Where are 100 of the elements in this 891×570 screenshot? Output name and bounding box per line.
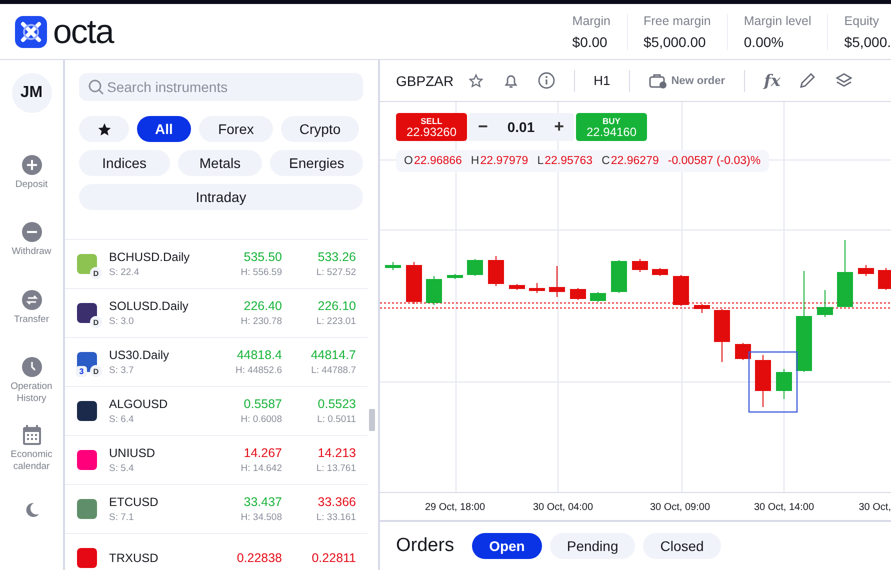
volume-stepper[interactable]: − 0.01 + <box>468 113 574 141</box>
rail-label[interactable]: Withdraw <box>2 246 62 258</box>
ohlc-value: O22.96866 <box>404 155 462 167</box>
filter-chip[interactable]: Energies <box>270 150 364 176</box>
candlestick <box>735 342 751 360</box>
filter-chip[interactable]: Intraday <box>79 184 363 210</box>
high-text: H: 34.508 <box>240 512 282 523</box>
time-label: 30 Oct, 09:00 <box>650 502 710 513</box>
search-icon <box>88 79 104 95</box>
decrease-button[interactable]: − <box>478 117 488 137</box>
candlestick <box>878 268 891 290</box>
time-label: 30 Oct, 04:00 <box>532 502 594 513</box>
high-text: H: 556.59 <box>240 267 282 278</box>
timeframe-button[interactable]: H1 <box>594 73 610 88</box>
bid-price: 0.5587 <box>244 397 282 411</box>
spread-text: S: 22.4 <box>109 267 140 278</box>
info-icon[interactable] <box>538 72 555 89</box>
badge-number: 3 <box>76 366 87 377</box>
candlestick <box>467 258 483 276</box>
bid-price: 44818.4 <box>236 348 282 362</box>
filter-chip[interactable]: Metals <box>178 150 262 176</box>
candlestick <box>426 276 442 306</box>
rail-label[interactable]: Transfer <box>2 314 62 326</box>
metric-label: Margin level <box>744 14 812 28</box>
transfer-icon[interactable] <box>22 290 42 310</box>
candlestick <box>447 274 463 280</box>
plus-icon[interactable] <box>22 154 42 175</box>
avatar[interactable]: JM <box>12 73 52 113</box>
sell-button[interactable]: SELL 22.93260 <box>396 113 467 141</box>
change-value: -0.00587 (-0.03)% <box>668 155 761 167</box>
metric-label: Equity <box>844 14 880 28</box>
instrument-symbol: US30.Daily <box>109 348 170 362</box>
metric-value: $5,000. <box>844 34 891 50</box>
spread-text: S: 3.7 <box>109 365 135 376</box>
increase-button[interactable]: + <box>554 117 564 137</box>
star-icon[interactable] <box>468 72 484 88</box>
candlestick <box>590 292 606 302</box>
rail-label[interactable]: Deposit <box>2 178 62 191</box>
metric-value: 0.00% <box>744 34 785 50</box>
instrument-symbol: TRXUSD <box>109 551 160 565</box>
candlestick <box>488 256 504 286</box>
instrument-symbol: UNIUSD <box>109 446 156 460</box>
bell-icon[interactable] <box>502 72 519 88</box>
ask-price: 33.366 <box>318 495 356 509</box>
orders-title: Orders <box>396 535 454 557</box>
minus-icon[interactable] <box>22 222 42 242</box>
calendar-icon[interactable] <box>22 424 40 445</box>
low-text: L: 44788.7 <box>311 365 356 376</box>
candlestick <box>652 268 668 276</box>
indicators-button[interactable]: fx <box>764 71 780 90</box>
instrument-row[interactable]: ALGOUSD S: 6.4 0.5587 H: 0.6008 0.5523 L: 0.5011 <box>65 387 368 436</box>
star-icon <box>96 122 112 136</box>
rail-label[interactable]: Operation History <box>2 381 62 406</box>
metric-label: Free margin <box>644 14 711 28</box>
filter-chip[interactable]: Indices <box>79 150 170 176</box>
symbol-name[interactable]: GBPZAR <box>396 72 454 88</box>
low-text: L: 33.161 <box>316 512 356 523</box>
instrument-row[interactable]: TRXUSD 0.22838 0.22811 <box>65 534 368 570</box>
ohlc-value: C22.96279 <box>602 155 659 167</box>
candlestick <box>632 258 648 272</box>
instrument-symbol: BCHUSD.Daily <box>109 250 191 264</box>
orders-tab[interactable]: Closed <box>643 533 721 559</box>
favorites-chip[interactable] <box>79 116 129 142</box>
filter-chip[interactable]: All <box>137 116 191 142</box>
time-label: 29 Oct, 18:00 <box>424 502 486 513</box>
candlestick <box>570 288 586 300</box>
selection-rectangle[interactable] <box>748 351 798 413</box>
candlestick <box>611 260 627 294</box>
bid-price: 535.50 <box>244 250 282 264</box>
briefcase-icon <box>649 72 668 88</box>
high-text: H: 0.6008 <box>240 414 282 425</box>
candlestick <box>858 264 874 276</box>
candlestick <box>755 354 771 408</box>
scrollbar[interactable] <box>369 409 375 431</box>
time-label: 30 Oct, <box>858 502 891 513</box>
ask-price: 44814.7 <box>310 348 356 362</box>
candlestick <box>549 266 565 298</box>
candlestick <box>406 262 422 304</box>
clock-icon[interactable] <box>22 357 42 378</box>
ask-price: 226.10 <box>318 299 356 313</box>
filter-chip[interactable]: Crypto <box>281 116 359 142</box>
filter-chip[interactable]: Forex <box>199 116 273 142</box>
candlestick <box>714 308 730 362</box>
orders-tab[interactable]: Pending <box>550 533 636 559</box>
pencil-icon[interactable] <box>799 72 816 89</box>
candlestick <box>673 274 689 306</box>
new-order-button[interactable]: New order <box>649 72 725 88</box>
low-text: L: 13.761 <box>316 463 356 474</box>
candlestick <box>385 262 401 270</box>
volume-value[interactable]: 0.01 <box>507 119 535 135</box>
layers-icon[interactable] <box>835 72 854 90</box>
instrument-row[interactable]: ETCUSD S: 7.1 33.437 H: 34.508 33.366 L: 33.161 <box>65 485 368 534</box>
orders-tab[interactable]: Open <box>472 533 542 559</box>
time-label: 30 Oct, 14:00 <box>754 502 814 513</box>
spread-text: S: 6.4 <box>109 414 135 425</box>
moon-icon[interactable] <box>24 502 40 518</box>
ask-price: 0.5523 <box>318 397 356 411</box>
rail-label[interactable]: Economic calendar <box>2 448 62 473</box>
search-field[interactable]: Search instruments <box>79 73 363 101</box>
instrument-row[interactable]: UNIUSD S: 5.4 14.267 H: 14.642 14.213 L: 13.761 <box>65 436 368 485</box>
